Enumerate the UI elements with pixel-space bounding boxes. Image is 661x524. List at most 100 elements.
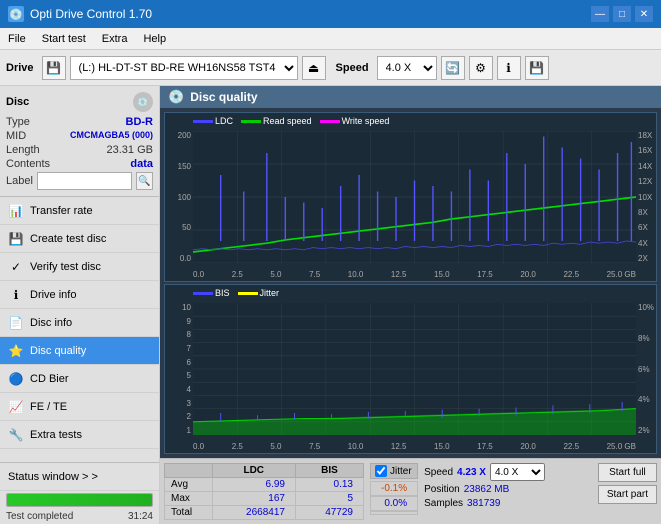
legend-bis-label: BIS: [215, 288, 230, 298]
row-label-avg: Avg: [165, 478, 213, 492]
chart2-svg: [193, 303, 636, 435]
y2-label-1: 1: [187, 426, 191, 435]
nav-fe-te[interactable]: 📈 FE / TE: [0, 393, 159, 421]
nav-verify-test-disc[interactable]: ✓ Verify test disc: [0, 253, 159, 281]
jitter-label: Jitter: [390, 466, 412, 477]
disc-panel-header: Disc 💿: [6, 92, 153, 112]
y-label-0: 0.0: [180, 254, 191, 263]
nav-cd-bier[interactable]: 🔵 CD Bier: [0, 365, 159, 393]
disc-icon: 💿: [133, 92, 153, 112]
y2-label-5: 5: [187, 371, 191, 380]
nav-disc-info[interactable]: 📄 Disc info: [0, 309, 159, 337]
start-full-button[interactable]: Start full: [598, 463, 657, 482]
legend-write-speed-label: Write speed: [342, 116, 390, 126]
chart2-x-axis: 0.0 2.5 5.0 7.5 10.0 12.5 15.0 17.5 20.0…: [193, 442, 636, 451]
refresh-button[interactable]: 🔄: [441, 56, 465, 80]
chart1-x-axis: 0.0 2.5 5.0 7.5 10.0 12.5 15.0 17.5 20.0…: [193, 270, 636, 279]
row-label-total: Total: [165, 506, 213, 520]
drive-label: Drive: [6, 62, 34, 74]
legend-bis: BIS: [193, 288, 230, 298]
titlebar-title: Opti Drive Control 1.70: [30, 7, 152, 21]
menu-start-test[interactable]: Start test: [34, 31, 94, 47]
y2-right-2pct: 2%: [638, 426, 650, 435]
total-jitter: [370, 511, 418, 515]
minimize-button[interactable]: —: [591, 6, 609, 22]
menu-file[interactable]: File: [0, 31, 34, 47]
progress-bar-container: [6, 493, 153, 507]
close-button[interactable]: ✕: [635, 6, 653, 22]
status-window-label: Status window > >: [8, 471, 98, 483]
jitter-checkbox[interactable]: [375, 465, 387, 477]
avg-bis: 0.13: [295, 478, 363, 492]
drive-info-icon: ℹ: [8, 287, 24, 303]
drive-select[interactable]: (L:) HL-DT-ST BD-RE WH16NS58 TST4: [70, 56, 298, 80]
x2-label-2.5: 2.5: [232, 442, 243, 451]
menu-help[interactable]: Help: [135, 31, 174, 47]
x2-label-0.0: 0.0: [193, 442, 204, 451]
avg-ldc: 6.99: [212, 478, 295, 492]
jitter-header: Jitter: [370, 463, 418, 479]
speed-select[interactable]: 4.0 X: [377, 56, 437, 80]
chart2-y-axis-left: 10 9 8 7 6 5 4 3 2 1: [165, 303, 193, 435]
nav-disc-quality[interactable]: ⭐ Disc quality: [0, 337, 159, 365]
start-part-button[interactable]: Start part: [598, 485, 657, 504]
x2-label-20.0: 20.0: [520, 442, 536, 451]
legend-ldc: LDC: [193, 116, 233, 126]
y2-label-10: 10: [182, 303, 191, 312]
max-bis: 5: [295, 492, 363, 506]
y2-label-2: 2: [187, 412, 191, 421]
col-header-bis: BIS: [295, 464, 363, 478]
nav-items: 📊 Transfer rate 💾 Create test disc ✓ Ver…: [0, 197, 159, 462]
extra-tests-icon: 🔧: [8, 427, 24, 443]
x-label-22.5: 22.5: [563, 270, 579, 279]
nav-create-test-disc[interactable]: 💾 Create test disc: [0, 225, 159, 253]
eject-button[interactable]: ⏏: [302, 56, 326, 80]
jitter-section: Jitter -0.1% 0.0%: [370, 463, 418, 515]
nav-disc-info-label: Disc info: [30, 317, 72, 329]
save-button[interactable]: 💾: [525, 56, 549, 80]
menu-extra[interactable]: Extra: [94, 31, 136, 47]
position-val: 23862 MB: [464, 484, 510, 495]
write-speed-color: [320, 120, 340, 123]
app-icon: 💿: [8, 6, 24, 22]
nav-drive-info[interactable]: ℹ Drive info: [0, 281, 159, 309]
y-right-18x: 18X: [638, 131, 652, 140]
disc-label-key: Label: [6, 175, 33, 187]
chart2-y-axis-right: 10% 8% 6% 4% 2%: [636, 303, 656, 435]
label-icon-button[interactable]: 🔍: [136, 172, 153, 190]
chart1-y-axis-right: 18X 16X 14X 12X 10X 8X 6X 4X 2X: [636, 131, 656, 263]
toolbar: Drive 💾 (L:) HL-DT-ST BD-RE WH16NS58 TST…: [0, 50, 661, 86]
y-right-16x: 16X: [638, 146, 652, 155]
disc-panel: Disc 💿 Type BD-R MID CMCMAGBA5 (000) Len…: [0, 86, 159, 197]
disc-length-row: Length 23.31 GB: [6, 144, 153, 156]
x-label-5.0: 5.0: [270, 270, 281, 279]
titlebar: 💿 Opti Drive Control 1.70 — □ ✕: [0, 0, 661, 28]
x2-label-17.5: 17.5: [477, 442, 493, 451]
nav-transfer-rate[interactable]: 📊 Transfer rate: [0, 197, 159, 225]
y2-label-3: 3: [187, 399, 191, 408]
speed-select-stats[interactable]: 4.0 X: [490, 463, 545, 481]
nav-disc-quality-label: Disc quality: [30, 345, 86, 357]
chart1-legend: LDC Read speed Write speed: [193, 116, 389, 126]
x-label-10.0: 10.0: [348, 270, 364, 279]
legend-jitter-label: Jitter: [260, 288, 280, 298]
y2-label-7: 7: [187, 344, 191, 353]
create-test-disc-icon: 💾: [8, 231, 24, 247]
disc-type-key: Type: [6, 116, 30, 128]
speed-row: Speed 4.23 X 4.0 X: [424, 463, 545, 481]
nav-cd-bier-label: CD Bier: [30, 373, 69, 385]
info-button[interactable]: ℹ: [497, 56, 521, 80]
status-window-button[interactable]: Status window > >: [0, 463, 159, 491]
samples-row: Samples 381739: [424, 498, 545, 509]
nav-extra-tests[interactable]: 🔧 Extra tests: [0, 421, 159, 449]
position-row: Position 23862 MB: [424, 484, 545, 495]
titlebar-controls: — □ ✕: [591, 6, 653, 22]
position-label: Position: [424, 484, 460, 495]
legend-ldc-label: LDC: [215, 116, 233, 126]
settings-button[interactable]: ⚙: [469, 56, 493, 80]
label-input[interactable]: [37, 172, 132, 190]
status-text: Test completed: [6, 511, 73, 522]
maximize-button[interactable]: □: [613, 6, 631, 22]
drive-icon-button[interactable]: 💾: [42, 56, 66, 80]
x-label-25.0gb: 25.0 GB: [607, 270, 636, 279]
